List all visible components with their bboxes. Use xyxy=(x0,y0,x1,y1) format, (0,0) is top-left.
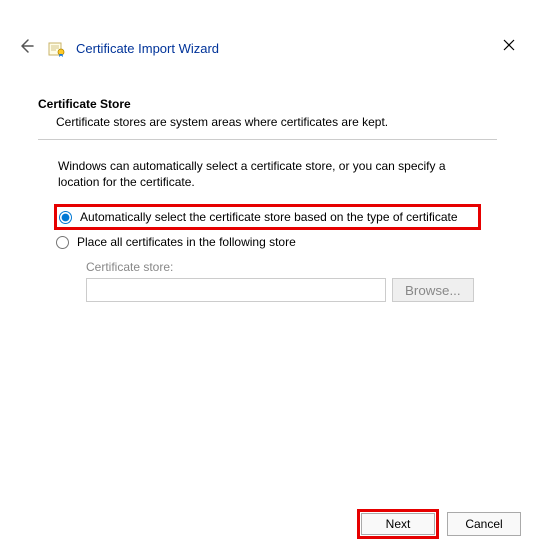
cancel-button[interactable]: Cancel xyxy=(447,512,521,536)
back-button[interactable] xyxy=(14,36,38,61)
option-manual-label: Place all certificates in the following … xyxy=(77,235,296,249)
description-text: Windows can automatically select a certi… xyxy=(58,158,477,190)
browse-button: Browse... xyxy=(392,278,474,302)
option-auto-select[interactable]: Automatically select the certificate sto… xyxy=(54,204,481,230)
next-button-highlight: Next xyxy=(357,509,439,539)
certificate-icon xyxy=(48,40,66,58)
next-button[interactable]: Next xyxy=(361,513,435,535)
wizard-title: Certificate Import Wizard xyxy=(76,41,219,56)
close-icon xyxy=(503,39,515,51)
certificate-store-block: Certificate store: Browse... xyxy=(86,260,497,302)
certificate-store-label: Certificate store: xyxy=(86,260,497,274)
wizard-footer: Next Cancel xyxy=(357,509,521,539)
wizard-header: Certificate Import Wizard xyxy=(0,28,535,61)
option-auto-label: Automatically select the certificate sto… xyxy=(80,210,458,224)
radio-auto-select[interactable] xyxy=(59,211,72,224)
section-subtext: Certificate stores are system areas wher… xyxy=(56,115,497,129)
certificate-store-input xyxy=(86,278,386,302)
close-button[interactable] xyxy=(493,34,525,58)
radio-manual-select[interactable] xyxy=(56,236,69,249)
section-heading: Certificate Store xyxy=(38,97,497,111)
divider xyxy=(38,139,497,140)
back-arrow-icon xyxy=(18,38,34,54)
option-manual-select[interactable]: Place all certificates in the following … xyxy=(54,232,481,252)
wizard-content: Certificate Store Certificate stores are… xyxy=(0,61,535,302)
